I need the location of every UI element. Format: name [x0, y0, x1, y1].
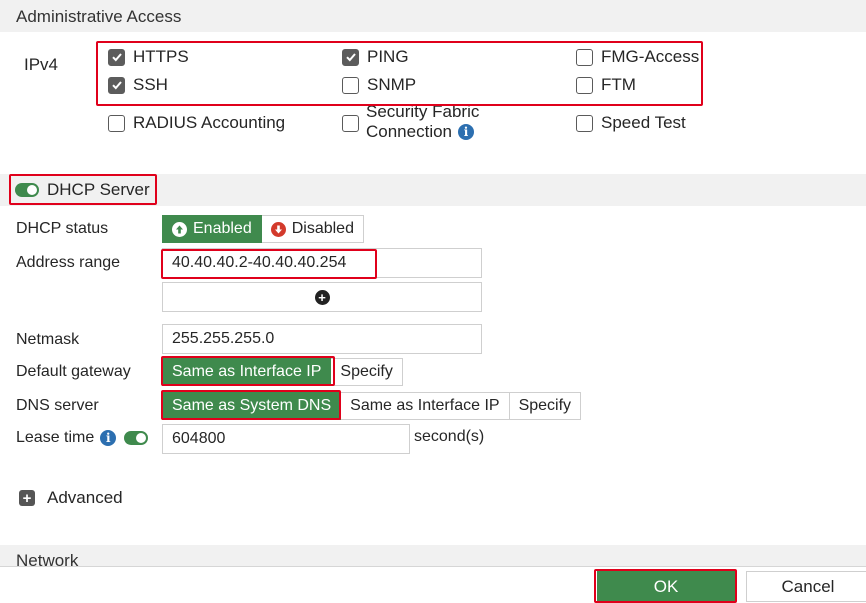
dns-server-group: Same as System DNS Same as Interface IP …	[162, 392, 582, 420]
admin-access-title: Administrative Access	[16, 7, 182, 26]
radius-accounting-label: RADIUS Accounting	[133, 113, 286, 132]
dns-server-label: DNS server	[16, 397, 99, 414]
https-checkbox[interactable]: HTTPS	[108, 45, 189, 69]
status-enabled-button[interactable]: Enabled	[162, 215, 262, 243]
default-gateway-group: Same as Interface IP Specify	[162, 358, 403, 386]
info-icon[interactable]: i	[100, 430, 117, 446]
unchecked-box-icon	[576, 48, 593, 66]
unchecked-box-icon	[342, 76, 359, 94]
arrow-up-circle-icon	[172, 221, 187, 237]
add-range-button[interactable]: +	[162, 282, 482, 312]
plus-square-icon: +	[19, 490, 35, 506]
dns-same-as-system-button[interactable]: Same as System DNS	[162, 392, 342, 420]
security-fabric-label-line1: Security Fabric	[366, 102, 480, 121]
cancel-button[interactable]: Cancel	[746, 571, 866, 602]
address-range-input[interactable]	[162, 248, 482, 278]
dhcp-server-toggle[interactable]: DHCP Server	[15, 180, 150, 200]
netmask-input[interactable]	[162, 324, 482, 354]
lease-time-unit: second(s)	[414, 428, 485, 445]
ipv4-label: IPv4	[24, 55, 59, 74]
check-icon	[108, 48, 125, 66]
unchecked-box-icon	[108, 114, 125, 132]
gateway-same-as-interface-button[interactable]: Same as Interface IP	[162, 358, 332, 386]
status-disabled-button[interactable]: Disabled	[261, 215, 364, 243]
ping-label: PING	[367, 47, 409, 66]
default-gateway-label: Default gateway	[16, 363, 131, 380]
unchecked-box-icon	[576, 114, 593, 132]
dhcp-server-title: DHCP Server	[47, 180, 150, 199]
snmp-checkbox[interactable]: SNMP	[342, 73, 416, 97]
ftm-label: FTM	[601, 75, 636, 94]
dns-specify-button[interactable]: Specify	[509, 392, 582, 420]
snmp-label: SNMP	[367, 75, 417, 94]
dialog-footer: OK Cancel	[0, 566, 866, 603]
unchecked-box-icon	[342, 114, 359, 132]
ssh-checkbox[interactable]: SSH	[108, 73, 168, 97]
netmask-label: Netmask	[16, 331, 80, 348]
status-disabled-label: Disabled	[291, 220, 354, 237]
info-icon[interactable]: i	[458, 124, 475, 140]
address-range-label: Address range	[16, 254, 121, 271]
lease-time-label: Lease time	[16, 429, 95, 446]
check-icon	[108, 76, 125, 94]
ssh-label: SSH	[133, 75, 168, 94]
arrow-down-circle-icon	[270, 221, 286, 237]
radius-accounting-checkbox[interactable]: RADIUS Accounting	[108, 111, 285, 135]
toggle-on-icon	[15, 183, 39, 197]
dhcp-status-group: Enabled Disabled	[162, 215, 364, 243]
gateway-specify-button[interactable]: Specify	[331, 358, 403, 386]
lease-time-row: Lease time i	[16, 429, 149, 447]
https-label: HTTPS	[133, 47, 189, 66]
lease-time-input[interactable]	[162, 424, 410, 454]
plus-circle-icon: +	[314, 289, 330, 305]
speed-test-label: Speed Test	[601, 113, 686, 132]
unchecked-box-icon	[576, 76, 593, 94]
lease-time-toggle-icon[interactable]	[124, 431, 149, 445]
fmg-access-checkbox[interactable]: FMG-Access	[576, 45, 699, 69]
security-fabric-checkbox[interactable]	[342, 111, 367, 135]
advanced-label: Advanced	[47, 488, 123, 507]
ok-button[interactable]: OK	[597, 571, 735, 602]
dhcp-status-label: DHCP status	[16, 220, 109, 237]
fmg-access-label: FMG-Access	[601, 47, 700, 66]
speed-test-checkbox[interactable]: Speed Test	[576, 111, 686, 135]
security-fabric-label-line2: Connection	[366, 122, 453, 141]
dns-same-as-interface-button[interactable]: Same as Interface IP	[341, 392, 510, 420]
check-icon	[342, 48, 359, 66]
status-enabled-label: Enabled	[193, 220, 252, 237]
security-fabric-label: Security Fabric Connection i	[366, 102, 479, 142]
ping-checkbox[interactable]: PING	[342, 45, 409, 69]
advanced-toggle[interactable]: + Advanced	[19, 488, 123, 508]
ftm-checkbox[interactable]: FTM	[576, 73, 636, 97]
